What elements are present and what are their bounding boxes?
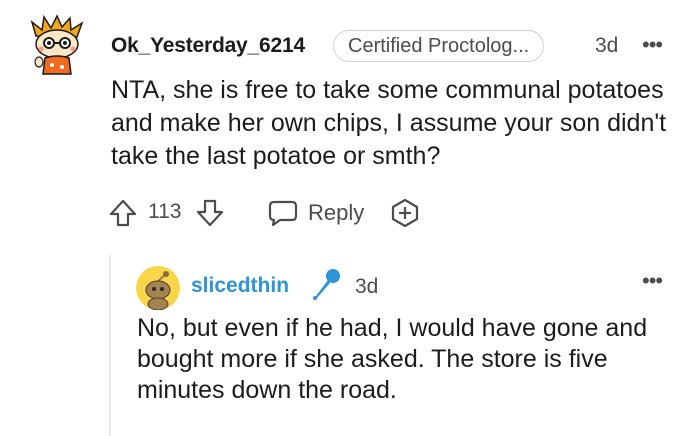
reply-timestamp[interactable]: 3d: [355, 275, 378, 299]
thread-line[interactable]: [109, 255, 111, 436]
snoo-avatar-icon: [30, 14, 84, 75]
comment-timestamp[interactable]: 3d: [595, 34, 618, 58]
upvote-button[interactable]: [108, 198, 138, 228]
user-flair: Certified Proctolog...: [333, 30, 545, 62]
reply-avatar[interactable]: [136, 266, 180, 311]
comment-actions: 113 Reply: [108, 196, 448, 230]
vote-count: 113: [148, 200, 182, 223]
more-options-icon[interactable]: •••: [642, 268, 663, 294]
comment-username[interactable]: Ok_Yesterday_6214: [111, 34, 305, 58]
op-badge: [309, 267, 343, 301]
snoo-avatar-icon: [136, 266, 180, 311]
reply-username[interactable]: slicedthin: [191, 274, 289, 298]
reply-body: No, but even if he had, I would have gon…: [137, 314, 648, 404]
comment-body: NTA, she is free to take some communal p…: [111, 76, 667, 170]
microphone-icon: [313, 269, 340, 300]
reply-label: Reply: [308, 200, 365, 225]
speech-bubble-icon: [268, 200, 298, 227]
award-button[interactable]: [390, 198, 420, 228]
reply-button[interactable]: Reply: [268, 196, 368, 230]
user-avatar[interactable]: [28, 14, 86, 76]
downvote-arrow-icon: [196, 199, 224, 227]
upvote-arrow-icon: [109, 199, 137, 227]
award-plus-icon: [391, 198, 419, 228]
downvote-button[interactable]: [195, 198, 225, 228]
more-options-icon[interactable]: •••: [642, 32, 663, 58]
